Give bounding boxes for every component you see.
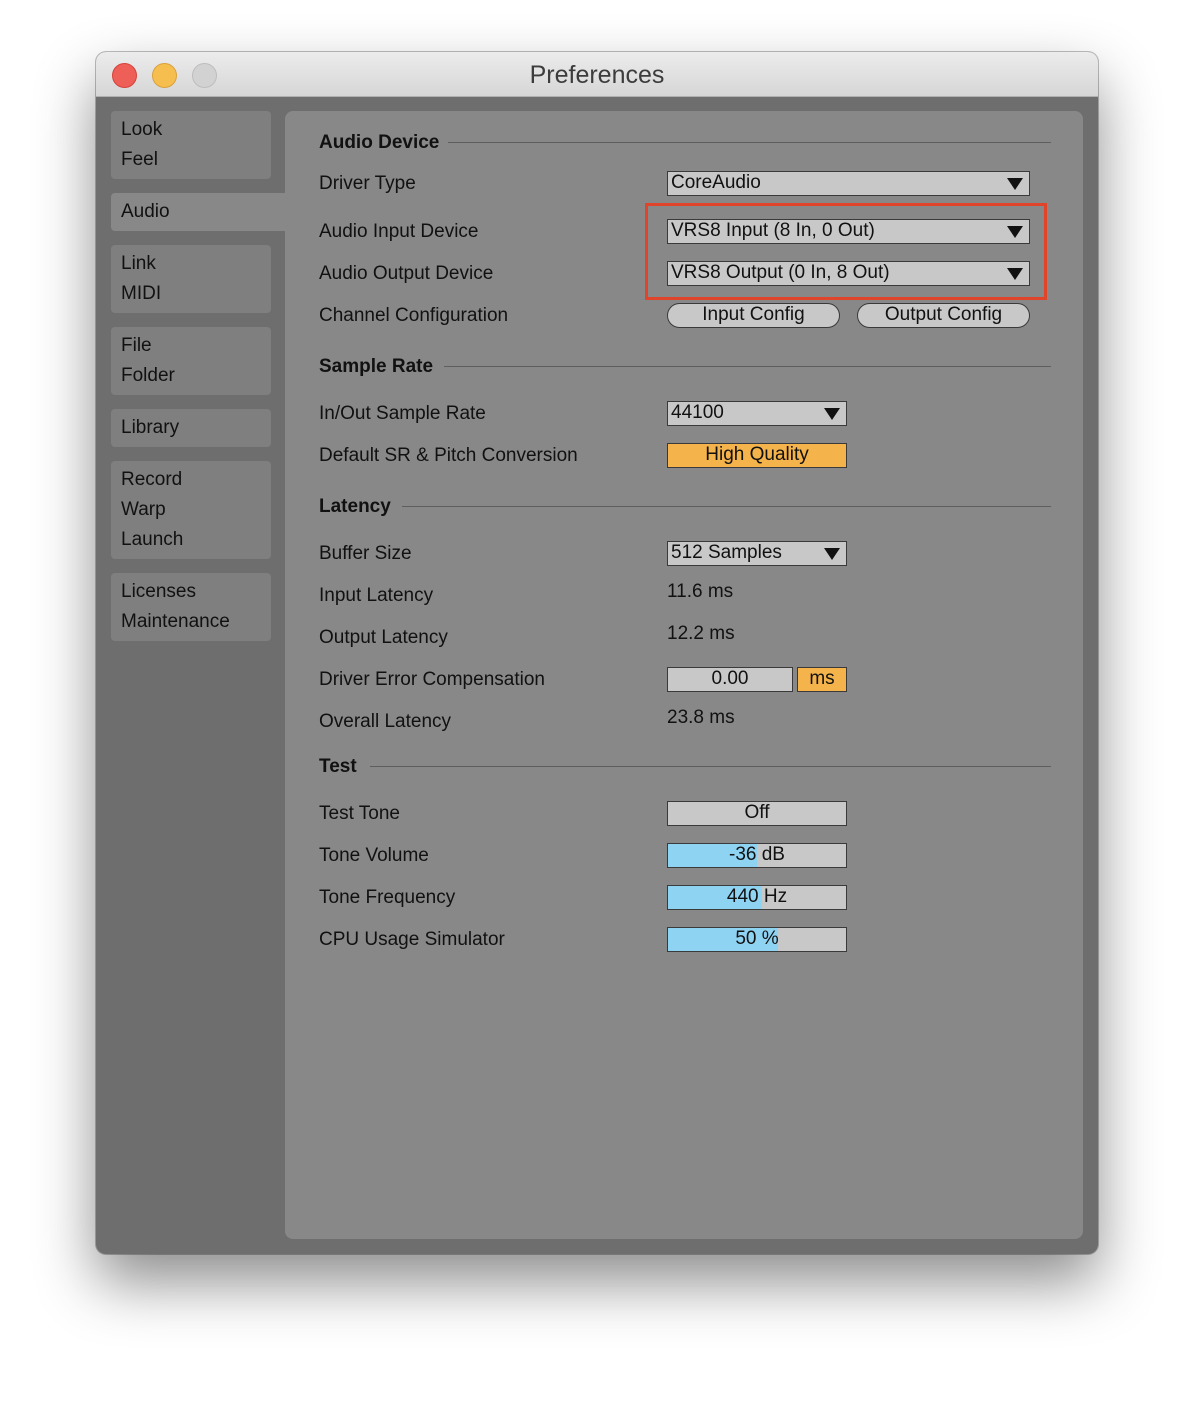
output-config-button[interactable]: Output Config	[857, 303, 1030, 328]
nav-item-launch[interactable]: Launch	[121, 527, 261, 557]
audio-input-device-label: Audio Input Device	[319, 221, 479, 242]
channel-configuration-label: Channel Configuration	[319, 305, 509, 326]
nav-item-library[interactable]: Library	[121, 415, 261, 445]
nav-item-warp[interactable]: Warp	[121, 497, 261, 527]
driver-type-dropdown[interactable]: CoreAudio	[667, 171, 1030, 196]
nav-item-look[interactable]: Look	[121, 117, 261, 147]
nav-group-licenses-maintenance: Licenses Maintenance	[111, 573, 271, 641]
driver-type-label: Driver Type	[319, 173, 416, 194]
nav-group-look-feel: Look Feel	[111, 111, 271, 179]
nav-item-record[interactable]: Record	[121, 467, 261, 497]
buffer-size-label: Buffer Size	[319, 543, 412, 564]
tone-volume-value: -36 dB	[729, 844, 785, 865]
dropdown-arrow-icon	[824, 408, 840, 420]
in-out-sample-rate-label: In/Out Sample Rate	[319, 403, 486, 424]
overall-latency-value: 23.8 ms	[667, 707, 735, 728]
section-title-audio-device: Audio Device	[319, 132, 440, 153]
test-tone-label: Test Tone	[319, 803, 400, 824]
cpu-usage-simulator-label: CPU Usage Simulator	[319, 929, 505, 950]
dropdown-arrow-icon	[824, 548, 840, 560]
window-title: Preferences	[529, 61, 665, 89]
driver-type-value: CoreAudio	[671, 172, 761, 193]
test-tone-value: Off	[744, 802, 770, 823]
cpu-usage-value: 50 %	[735, 928, 779, 949]
dropdown-arrow-icon	[1007, 178, 1023, 190]
tone-volume-label: Tone Volume	[319, 845, 429, 866]
section-divider	[448, 142, 1051, 143]
nav-group-record-warp-launch: Record Warp Launch	[111, 461, 271, 559]
pitch-conversion-label: Default SR & Pitch Conversion	[319, 445, 578, 466]
output-latency-value: 12.2 ms	[667, 623, 735, 644]
input-config-button[interactable]: Input Config	[667, 303, 840, 328]
audio-output-device-label: Audio Output Device	[319, 263, 494, 284]
nav-item-midi[interactable]: MIDI	[121, 281, 261, 311]
tone-frequency-label: Tone Frequency	[319, 887, 456, 908]
preferences-window: Preferences Look Feel Audio Link MIDI Fi…	[96, 52, 1098, 1254]
section-divider	[370, 766, 1051, 767]
high-quality-label: High Quality	[705, 444, 809, 465]
overall-latency-label: Overall Latency	[319, 711, 452, 732]
buffer-size-dropdown[interactable]: 512 Samples	[667, 541, 847, 566]
high-quality-toggle[interactable]: High Quality	[667, 443, 847, 468]
nav-item-audio[interactable]: Audio	[121, 199, 276, 229]
driver-error-compensation-field[interactable]: 0.00	[667, 667, 793, 692]
driver-error-compensation-label: Driver Error Compensation	[319, 669, 545, 690]
nav-group-library: Library	[111, 409, 271, 447]
output-latency-label: Output Latency	[319, 627, 448, 648]
device-selection-highlight	[645, 203, 1047, 300]
nav-group-audio: Audio	[111, 193, 286, 231]
cpu-usage-simulator-slider[interactable]: 50 %	[667, 927, 847, 952]
section-divider	[444, 366, 1051, 367]
compensation-unit-toggle[interactable]: ms	[797, 667, 847, 692]
nav-item-maintenance[interactable]: Maintenance	[121, 609, 261, 639]
nav-item-feel[interactable]: Feel	[121, 147, 261, 177]
nav-item-file[interactable]: File	[121, 333, 261, 363]
nav-item-folder[interactable]: Folder	[121, 363, 261, 393]
sample-rate-value: 44100	[671, 402, 724, 423]
tone-volume-slider[interactable]: -36 dB	[667, 843, 847, 868]
nav-item-licenses[interactable]: Licenses	[121, 579, 261, 609]
section-divider	[402, 506, 1051, 507]
test-tone-toggle[interactable]: Off	[667, 801, 847, 826]
input-latency-label: Input Latency	[319, 585, 434, 606]
driver-error-compensation-value: 0.00	[711, 668, 749, 689]
nav-group-link-midi: Link MIDI	[111, 245, 271, 313]
sample-rate-dropdown[interactable]: 44100	[667, 401, 847, 426]
tone-frequency-value: 440 Hz	[726, 886, 788, 907]
buffer-size-value: 512 Samples	[671, 542, 782, 563]
nav-item-link[interactable]: Link	[121, 251, 261, 281]
section-title-test: Test	[319, 756, 357, 777]
title-bar: Preferences	[96, 52, 1098, 97]
section-title-latency: Latency	[319, 496, 391, 517]
compensation-unit-label: ms	[809, 668, 835, 689]
section-title-sample-rate: Sample Rate	[319, 356, 434, 377]
input-latency-value: 11.6 ms	[667, 581, 734, 602]
nav-group-file-folder: File Folder	[111, 327, 271, 395]
tone-frequency-slider[interactable]: 440 Hz	[667, 885, 847, 910]
